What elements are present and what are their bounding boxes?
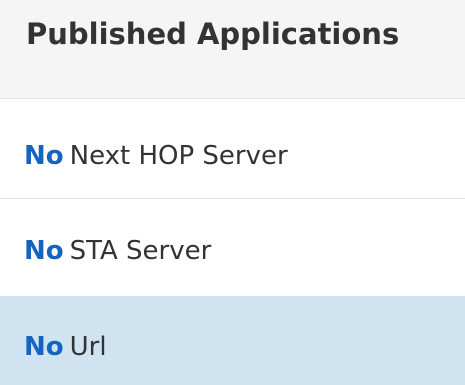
list-item-text: No STA Server: [24, 234, 211, 268]
list-item-text: No Next HOP Server: [24, 139, 288, 173]
panel-header: Published Applications: [0, 0, 465, 99]
list-item-label: Next HOP Server: [69, 141, 288, 171]
status-value: No: [24, 141, 64, 171]
list-item-sta-server[interactable]: No STA Server: [0, 199, 465, 299]
published-applications-panel: Published Applications No Next HOP Server…: [0, 0, 465, 385]
list-item-text: No Url: [24, 330, 107, 364]
status-value: No: [24, 236, 64, 266]
list-item-next-hop-server[interactable]: No Next HOP Server: [0, 99, 465, 199]
panel-title: Published Applications: [26, 17, 400, 51]
status-value: No: [24, 332, 64, 362]
list-item-label: STA Server: [69, 236, 212, 266]
list-item-url[interactable]: No Url: [0, 296, 465, 385]
list-item-label: Url: [69, 332, 107, 362]
